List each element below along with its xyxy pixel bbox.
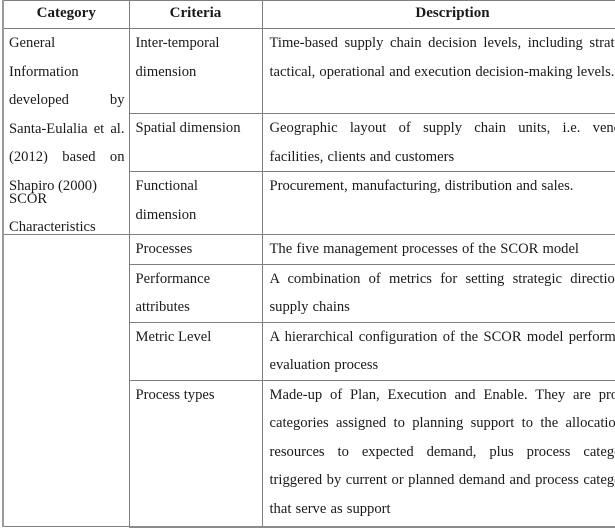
criteria-cell: Processes xyxy=(128,234,263,265)
description-cell: The five management processes of the SCO… xyxy=(261,234,615,265)
description-cell: Made-up of Plan, Execution and Enable. T… xyxy=(261,379,615,528)
header-criteria: Criteria xyxy=(128,0,263,29)
header-row: Category Criteria Description xyxy=(2,0,615,29)
description-cell: Procurement, manufacturing, distribution… xyxy=(261,171,615,235)
scor-criteria-table: Category Criteria Description General In… xyxy=(2,0,615,528)
criteria-cell: Inter-temporal dimension xyxy=(128,28,263,114)
description-cell: Geographic layout of supply chain units,… xyxy=(261,113,615,172)
description-cell: A hierarchical configuration of the SCOR… xyxy=(261,321,615,381)
scor-criteria-table-container: Category Criteria Description General In… xyxy=(2,0,615,528)
category-cell-scor-characteristics: SCOR Characteristics xyxy=(2,191,130,527)
header-category: Category xyxy=(2,0,130,29)
criteria-cell: Process types xyxy=(128,379,263,528)
criteria-cell: Spatial dimension xyxy=(128,113,263,172)
header-description: Description xyxy=(261,0,615,29)
criteria-cell: Functional dimension xyxy=(128,171,263,235)
criteria-cell: Performance attributes xyxy=(128,263,263,323)
description-cell: Time-based supply chain decision levels,… xyxy=(261,28,615,114)
criteria-cell: Metric Level xyxy=(128,321,263,381)
table-row: General Information developed by Santa-E… xyxy=(2,28,615,235)
table-row: SCOR Characteristics Processes The five … xyxy=(2,191,615,527)
description-cell: A combination of metrics for setting str… xyxy=(261,263,615,323)
